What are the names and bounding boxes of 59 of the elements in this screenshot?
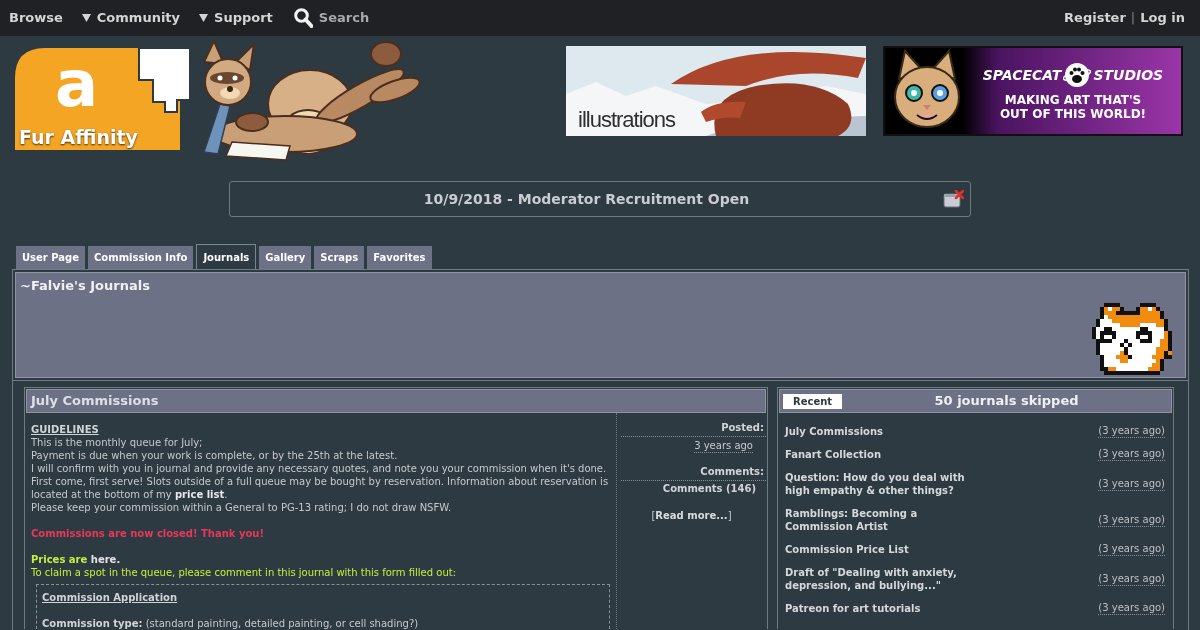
- account-link[interactable]: Register: [1064, 8, 1126, 28]
- logo-wordmark: Fur Affinity: [19, 126, 138, 148]
- journal-date: (3 years ago): [1098, 425, 1165, 438]
- banner-title: STUDIOS: [1093, 67, 1164, 83]
- section-heading: GUIDELINES: [31, 423, 100, 436]
- body-text: I will confirm with you in journal and provide any necessary quotes, and note you your commission when it's done.: [31, 462, 608, 475]
- body-text: Please keep your commission within a General to PG-13 rating; I do not draw NSFW.: [31, 501, 453, 514]
- journal-date: (3 years ago): [1098, 543, 1165, 556]
- prices-text: Prices are here.: [31, 553, 122, 566]
- journal-link[interactable]: Commission Price List: [785, 543, 975, 556]
- meta-label: Posted:: [621, 421, 766, 437]
- posted-date: 3 years ago: [694, 439, 753, 453]
- tab[interactable]: Scraps: [314, 246, 365, 269]
- separator-text: |: [1130, 9, 1136, 28]
- form-field-text: Commission type: (standard painting, detailed painting, or cell shading?): [42, 617, 420, 630]
- paw-badge-icon: [1063, 61, 1092, 89]
- tab[interactable]: Gallery: [259, 246, 312, 269]
- journal-link[interactable]: Patreon for art tutorials: [785, 602, 975, 615]
- body-text: First come, first serve! Slots outside of a full queue may be bought by reservation. Information about reservation is located at the bottom of my price list.: [31, 475, 610, 501]
- prices-link[interactable]: here.: [90, 554, 121, 565]
- tab[interactable]: Journals: [196, 244, 257, 269]
- banner-text: illustrations: [578, 108, 676, 132]
- journal-link[interactable]: July Commissions: [785, 425, 975, 438]
- journal-link[interactable]: Fanart Collection: [785, 448, 975, 461]
- search-link[interactable]: Search: [293, 8, 370, 28]
- recent-button[interactable]: Recent: [783, 393, 843, 409]
- nav-link[interactable]: Browse: [9, 8, 63, 28]
- form-title: Commission Application: [42, 591, 179, 604]
- tab[interactable]: Favorites: [367, 246, 432, 269]
- nav-link[interactable]: Support: [199, 8, 273, 28]
- sidebar-title: 50 journals skipped: [933, 392, 1080, 411]
- journal-date: (3 years ago): [1098, 448, 1165, 461]
- logo-letter: a: [55, 52, 99, 116]
- nav-link[interactable]: Community: [81, 8, 181, 28]
- journal-date: (3 years ago): [1098, 572, 1165, 586]
- journal-link[interactable]: Ramblings: Becoming a Commission Artist: [785, 507, 975, 533]
- body-text: This is the monthly queue for July;: [31, 436, 204, 449]
- read-more-link[interactable]: [Read more...]: [651, 510, 732, 521]
- page-title: ~Falvie's Journals: [20, 278, 150, 294]
- journal-date: (3 years ago): [1098, 477, 1165, 491]
- journal-title: July Commissions: [26, 389, 766, 413]
- closed-notice-text: Commissions are now closed! Thank you!: [31, 527, 266, 540]
- journal-link[interactable]: Draft of "Dealing with anxiety, depression, and bullying...": [785, 566, 975, 592]
- notice-text: 10/9/2018 - Moderator Recruitment Open: [423, 189, 750, 209]
- search-icon: [293, 8, 313, 28]
- meta-label: Comments:: [621, 465, 766, 481]
- journal-date: (3 years ago): [1098, 513, 1165, 527]
- banner-title: SPACECAT: [982, 67, 1062, 83]
- banner-tagline: OUT OF THIS WORLD!: [999, 107, 1147, 121]
- tab[interactable]: Commission Info: [88, 246, 194, 269]
- instruction-text: To claim a spot in the queue, please comment in this journal with this form filled out:: [31, 566, 457, 579]
- tab[interactable]: User Page: [16, 246, 86, 269]
- close-icon[interactable]: [943, 190, 964, 208]
- body-text: Payment is due when your work is complete, or by the 25th at the latest.: [31, 449, 399, 462]
- banner-tagline: MAKING ART THAT'S: [1004, 93, 1142, 107]
- journal-link[interactable]: Question: How do you deal with high empathy & other things?: [785, 471, 975, 497]
- account-link[interactable]: Log in: [1140, 8, 1185, 28]
- comments-link[interactable]: Comments (146): [662, 483, 756, 494]
- journal-date: (3 years ago): [1098, 602, 1165, 615]
